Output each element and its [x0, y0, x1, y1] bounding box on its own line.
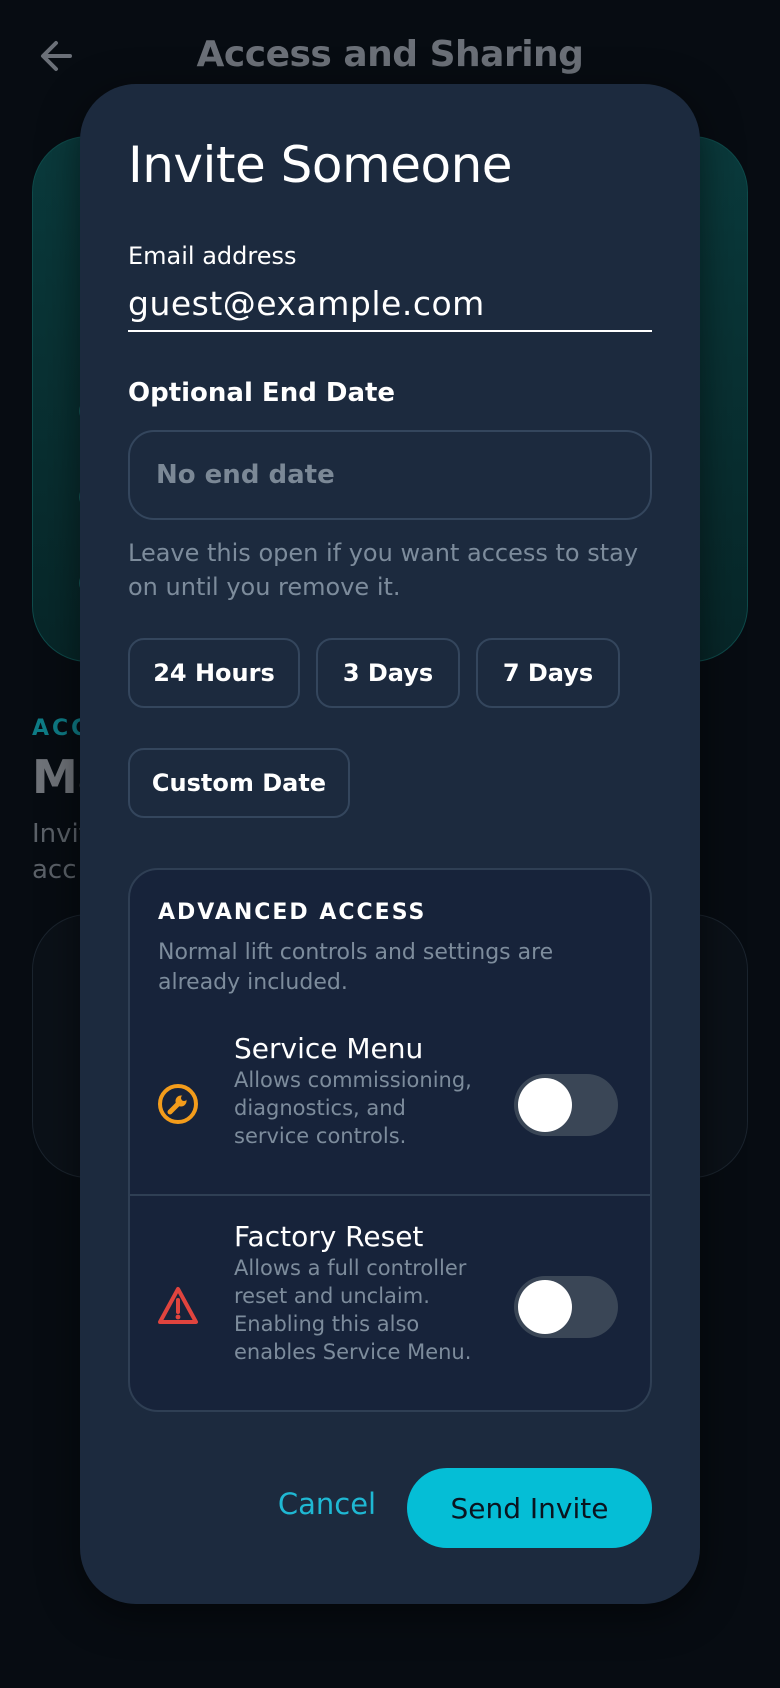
advanced-access-title: ADVANCED ACCESS	[158, 900, 427, 925]
preset-7-days-button[interactable]: 7 Days	[476, 638, 620, 708]
divider	[130, 1194, 650, 1196]
preset-3-days-button[interactable]: 3 Days	[316, 638, 460, 708]
end-date-label: Optional End Date	[128, 378, 396, 408]
service-menu-toggle[interactable]	[514, 1074, 618, 1136]
factory-reset-description: Allows a full controller reset and uncla…	[234, 1256, 472, 1364]
end-date-field[interactable]	[128, 430, 652, 520]
toggle-knob	[518, 1280, 572, 1334]
custom-date-button[interactable]: Custom Date	[128, 748, 350, 818]
cancel-button[interactable]: Cancel	[262, 1474, 392, 1534]
advanced-access-panel: ADVANCED ACCESS Normal lift controls and…	[128, 868, 652, 1412]
email-label: Email address	[128, 242, 297, 270]
email-field[interactable]	[128, 276, 652, 332]
wrench-icon	[158, 1084, 198, 1124]
factory-reset-toggle[interactable]	[514, 1276, 618, 1338]
invite-dialog: Invite Someone Email address Optional En…	[80, 84, 700, 1604]
warning-icon	[158, 1287, 198, 1324]
factory-reset-title: Factory Reset	[234, 1220, 424, 1253]
dialog-title: Invite Someone	[128, 136, 513, 194]
advanced-access-description: Normal lift controls and settings are al…	[158, 940, 554, 995]
send-invite-button[interactable]: Send Invite	[407, 1468, 652, 1548]
end-date-helper: Leave this open if you want access to st…	[128, 539, 639, 601]
service-menu-title: Service Menu	[234, 1032, 424, 1065]
page-title: Access and Sharing	[196, 34, 584, 75]
preset-24-hours-button[interactable]: 24 Hours	[128, 638, 300, 708]
toggle-knob	[518, 1078, 572, 1132]
service-menu-description: Allows commissioning, diagnostics, and s…	[234, 1068, 472, 1148]
